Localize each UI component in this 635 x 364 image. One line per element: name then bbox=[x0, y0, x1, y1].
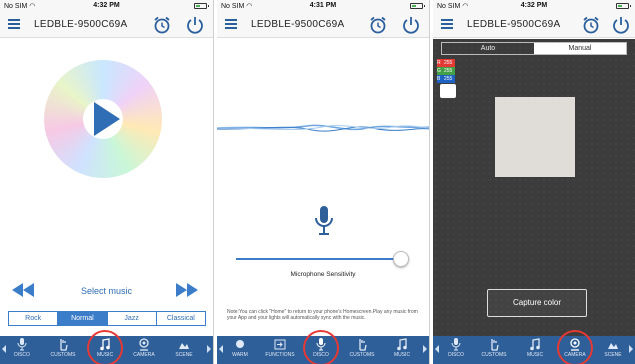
menu-icon[interactable] bbox=[8, 19, 20, 29]
battery-icon bbox=[616, 3, 631, 9]
status-bar: No SIM ◠ 4:32 PM bbox=[433, 0, 635, 12]
device-title: LEDBLE-9500C69A bbox=[251, 19, 345, 30]
battery-icon bbox=[410, 3, 425, 9]
menu-icon[interactable] bbox=[225, 19, 237, 29]
rgb-readout: R 255 G 255 B 255 bbox=[437, 59, 455, 83]
nav-customs[interactable]: CUSTOMS bbox=[342, 338, 382, 358]
sound-wave bbox=[217, 124, 429, 132]
genre-jazz[interactable]: Jazz bbox=[108, 312, 157, 325]
nav-right-arrow-icon[interactable] bbox=[207, 345, 211, 353]
color-swatch bbox=[440, 84, 456, 98]
functions-icon bbox=[274, 339, 286, 350]
nav-camera[interactable]: CAMERA bbox=[124, 338, 164, 358]
mic-icon bbox=[451, 338, 461, 351]
nav-customs[interactable]: CUSTOMS bbox=[43, 338, 83, 358]
warm-icon bbox=[236, 340, 244, 348]
nav-music[interactable]: MUSIC bbox=[382, 338, 422, 358]
highlight-circle bbox=[557, 330, 593, 364]
nav-disco[interactable]: DISCO bbox=[436, 338, 476, 358]
hand-icon bbox=[359, 339, 367, 351]
hand-icon bbox=[60, 339, 68, 351]
highlight-circle bbox=[303, 330, 339, 364]
camera-screen: No SIM ◠ 4:32 PM LEDBLE-9500C69A Auto Ma… bbox=[433, 0, 635, 364]
nav-disco[interactable]: DISCO bbox=[2, 338, 42, 358]
device-title: LEDBLE-9500C69A bbox=[467, 19, 561, 30]
app-header: LEDBLE-9500C69A bbox=[433, 12, 635, 38]
menu-icon[interactable] bbox=[441, 19, 453, 29]
nav-customs[interactable]: CUSTOMS bbox=[474, 338, 514, 358]
genre-selector: Rock Normal Jazz Classical bbox=[8, 311, 206, 326]
scene-icon bbox=[608, 343, 618, 349]
clock: 4:31 PM bbox=[309, 2, 337, 9]
device-title: LEDBLE-9500C69A bbox=[34, 19, 128, 30]
disco-screen: No SIM ◠ 4:31 PM LEDBLE-9500C69A Microph… bbox=[217, 0, 430, 364]
bottom-nav: DISCO CUSTOMS MUSIC CAMERA SCENE bbox=[433, 336, 635, 364]
nav-right-arrow-icon[interactable] bbox=[423, 345, 427, 353]
music-disc[interactable] bbox=[44, 60, 162, 178]
camera-icon bbox=[139, 338, 149, 351]
nav-scene[interactable]: SCENE bbox=[164, 338, 204, 358]
nav-music[interactable]: MUSIC bbox=[515, 338, 555, 358]
genre-classical[interactable]: Classical bbox=[157, 312, 205, 325]
alarm-clock-icon[interactable] bbox=[152, 15, 172, 35]
nav-warm[interactable]: WARM bbox=[220, 338, 260, 358]
music-note-icon bbox=[397, 338, 407, 351]
status-bar: No SIM ◠ 4:31 PM bbox=[217, 0, 429, 12]
nav-functions[interactable]: FUNCTIONS bbox=[260, 338, 300, 358]
app-header: LEDBLE-9500C69A bbox=[217, 12, 429, 38]
power-icon[interactable] bbox=[185, 15, 205, 35]
power-icon[interactable] bbox=[401, 15, 421, 35]
microphone-icon[interactable] bbox=[312, 205, 336, 237]
music-screen: No SIM ◠ 4:32 PM LEDBLE-9500C69A Select … bbox=[0, 0, 214, 364]
status-bar: No SIM ◠ 4:32 PM bbox=[0, 0, 213, 12]
battery-icon bbox=[194, 3, 209, 9]
camera-mode-selector: Auto Manual bbox=[441, 42, 627, 55]
microphone-sensitivity-label: Microphone Sensitivity bbox=[290, 271, 356, 278]
hand-icon bbox=[491, 339, 499, 351]
mode-auto[interactable]: Auto bbox=[442, 43, 534, 54]
highlight-circle bbox=[87, 330, 123, 364]
next-track-icon[interactable] bbox=[176, 283, 198, 297]
alarm-clock-icon[interactable] bbox=[368, 15, 388, 35]
app-header: LEDBLE-9500C69A bbox=[0, 12, 213, 38]
play-icon[interactable] bbox=[94, 102, 120, 136]
nav-scene[interactable]: SCENE bbox=[593, 338, 633, 358]
sensitivity-slider-thumb[interactable] bbox=[393, 251, 409, 267]
scene-icon bbox=[179, 343, 189, 349]
clock: 4:32 PM bbox=[93, 2, 120, 9]
alarm-clock-icon[interactable] bbox=[581, 15, 601, 35]
clock: 4:32 PM bbox=[520, 2, 548, 9]
music-note-icon bbox=[530, 338, 540, 351]
genre-normal[interactable]: Normal bbox=[58, 312, 108, 325]
nav-right-arrow-icon[interactable] bbox=[629, 345, 633, 353]
capture-target-box bbox=[495, 97, 575, 177]
capture-color-button[interactable]: Capture color bbox=[487, 289, 587, 317]
genre-rock[interactable]: Rock bbox=[9, 312, 59, 325]
mic-icon bbox=[17, 338, 27, 351]
mode-manual[interactable]: Manual bbox=[534, 43, 626, 54]
power-icon[interactable] bbox=[611, 15, 631, 35]
disco-note: Note:You can click "Home" to return to y… bbox=[227, 309, 418, 321]
sensitivity-slider-track[interactable] bbox=[236, 258, 400, 260]
